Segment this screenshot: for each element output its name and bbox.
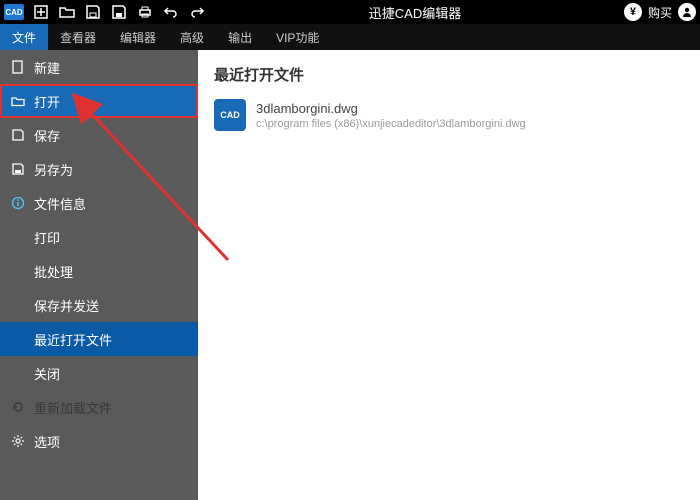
sidebar-item-save[interactable]: 保存 (0, 118, 198, 152)
buy-label[interactable]: 购买 (648, 4, 672, 21)
currency-icon[interactable]: ¥ (624, 3, 642, 21)
sidebar-item-label: 关闭 (34, 364, 60, 383)
recent-file-name: 3dlamborgini.dwg (256, 101, 526, 116)
sidebar-item-label: 另存为 (34, 160, 73, 179)
sidebar-item-label: 打开 (34, 92, 60, 111)
app-title: 迅捷CAD编辑器 (206, 3, 624, 22)
sidebar-item-label: 保存并发送 (34, 296, 99, 315)
save-icon (10, 127, 26, 143)
new-icon[interactable] (32, 3, 50, 21)
sidebar-item-open[interactable]: 打开 (0, 84, 198, 118)
sidebar-item-new[interactable]: 新建 (0, 50, 198, 84)
sidebar-item-label: 重新加载文件 (34, 398, 112, 417)
sidebar-item-savesend[interactable]: 保存并发送 (0, 288, 198, 322)
info-icon (10, 195, 26, 211)
spacer-icon (10, 331, 26, 347)
sidebar-item-label: 最近打开文件 (34, 330, 112, 349)
spacer-icon (10, 365, 26, 381)
gear-icon (10, 433, 26, 449)
cad-file-icon: CAD (214, 99, 246, 131)
save-as-icon[interactable] (110, 3, 128, 21)
title-toolbar: CAD 迅捷CAD编辑器 ¥ 购买 (0, 0, 700, 24)
menu-editor[interactable]: 编辑器 (108, 24, 168, 50)
spacer-icon (10, 263, 26, 279)
folder-open-icon[interactable] (58, 3, 76, 21)
sidebar-item-label: 保存 (34, 126, 60, 145)
print-icon[interactable] (136, 3, 154, 21)
folder-open-icon (10, 93, 26, 109)
sidebar-item-recent[interactable]: 最近打开文件 (0, 322, 198, 356)
sidebar-item-close[interactable]: 关闭 (0, 356, 198, 390)
recent-file-item[interactable]: CAD 3dlamborgini.dwg c:\program files (x… (214, 99, 684, 131)
save-as-icon (10, 161, 26, 177)
sidebar-item-label: 选项 (34, 432, 60, 451)
spacer-icon (10, 297, 26, 313)
recent-file-path: c:\program files (x86)\xunjiecadeditor\3… (256, 118, 526, 130)
menu-output[interactable]: 输出 (216, 24, 264, 50)
menu-advanced[interactable]: 高级 (168, 24, 216, 50)
user-icon[interactable] (678, 3, 696, 21)
menu-vip[interactable]: VIP功能 (264, 24, 331, 50)
sidebar-item-label: 打印 (34, 228, 60, 247)
save-icon[interactable] (84, 3, 102, 21)
app-logo: CAD (4, 4, 24, 20)
sidebar-item-print[interactable]: 打印 (0, 220, 198, 254)
sidebar-item-label: 新建 (34, 58, 60, 77)
menubar: 文件 查看器 编辑器 高级 输出 VIP功能 (0, 24, 700, 50)
sidebar-item-label: 批处理 (34, 262, 73, 281)
sidebar-item-batch[interactable]: 批处理 (0, 254, 198, 288)
redo-icon[interactable] (188, 3, 206, 21)
sidebar-item-options[interactable]: 选项 (0, 424, 198, 458)
sidebar-item-reload: 重新加载文件 (0, 390, 198, 424)
menu-file[interactable]: 文件 (0, 24, 48, 50)
file-sidebar: 新建 打开 保存 另存为 文件信息 打印 批处理 保存并发送 (0, 50, 198, 500)
reload-icon (10, 399, 26, 415)
file-blank-icon (10, 59, 26, 75)
sidebar-item-saveas[interactable]: 另存为 (0, 152, 198, 186)
undo-icon[interactable] (162, 3, 180, 21)
sidebar-item-label: 文件信息 (34, 194, 86, 213)
menu-viewer[interactable]: 查看器 (48, 24, 108, 50)
spacer-icon (10, 229, 26, 245)
content-heading: 最近打开文件 (214, 64, 684, 85)
sidebar-item-fileinfo[interactable]: 文件信息 (0, 186, 198, 220)
recent-files-pane: 最近打开文件 CAD 3dlamborgini.dwg c:\program f… (198, 50, 700, 500)
